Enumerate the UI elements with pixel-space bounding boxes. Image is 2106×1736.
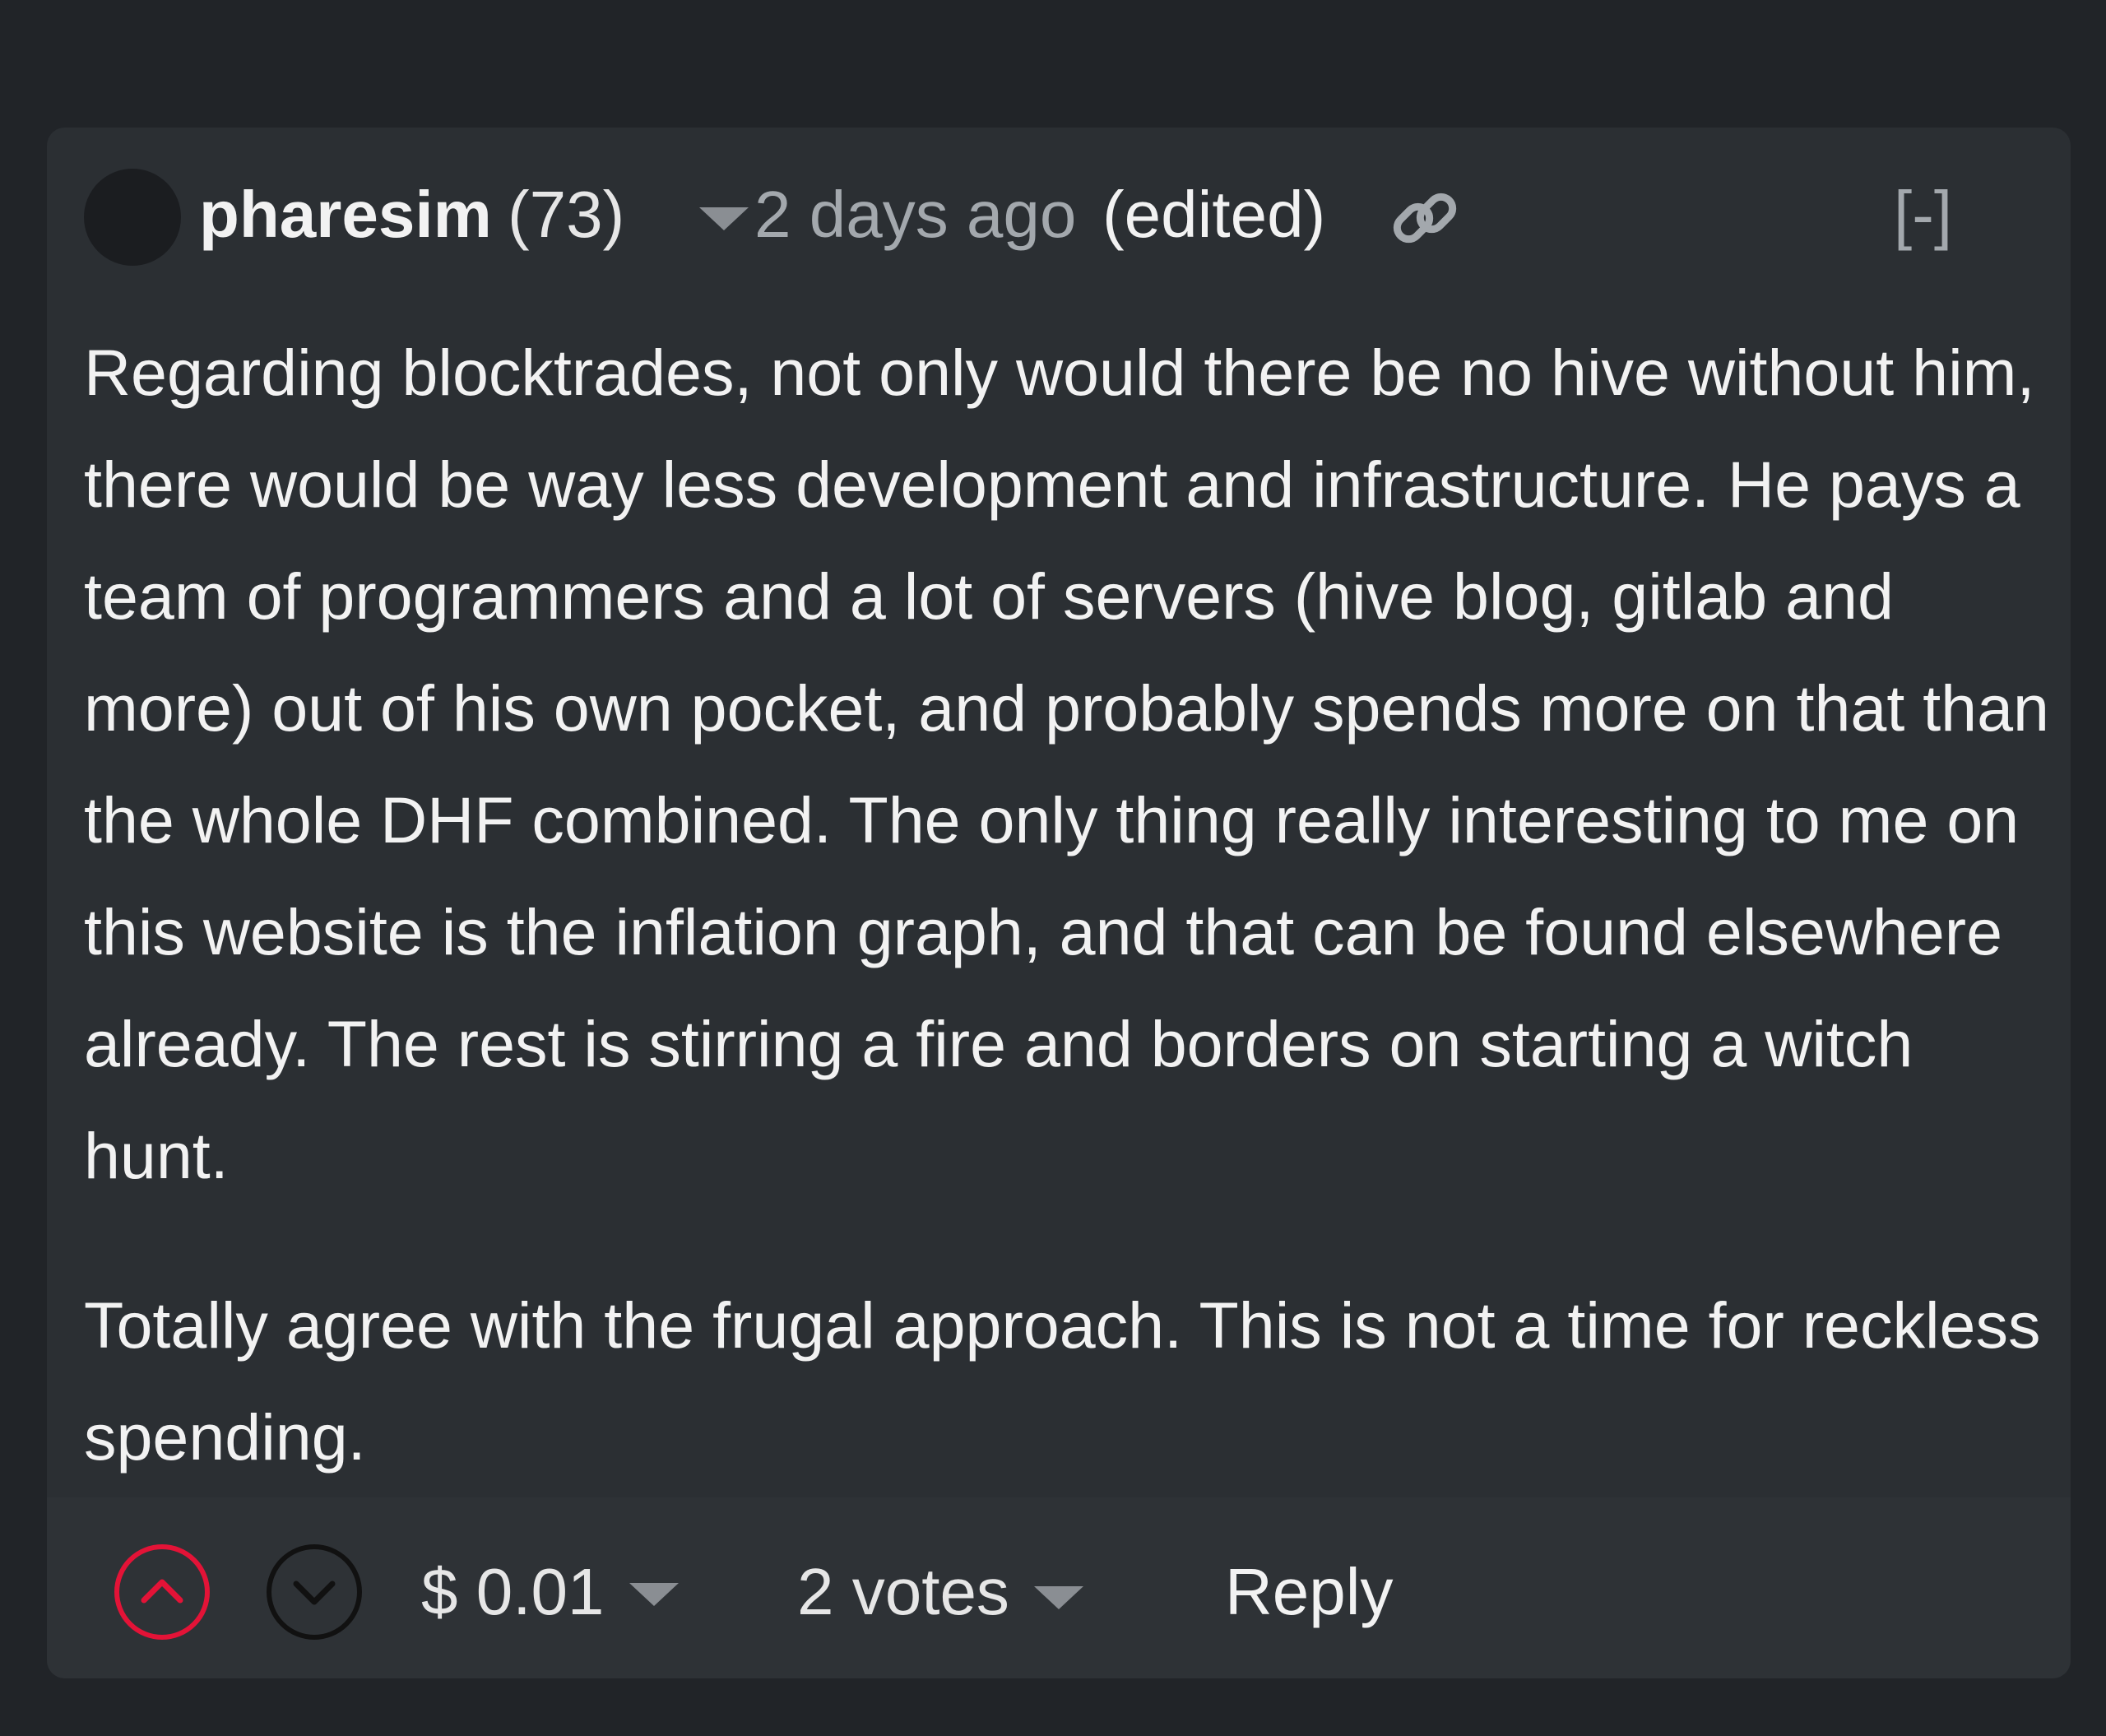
author-reputation: (73) [508,178,625,251]
comment-footer: $ 0.01 2 votes Reply [47,1497,2071,1678]
comment-card: pharesim (73) 2 days ago (edited) [-] Re… [47,128,2071,1678]
comment-paragraph: Totally agree with the frugal approach. … [84,1288,2041,1474]
comment-header: pharesim (73) 2 days ago (edited) [-] [47,128,2071,300]
collapse-toggle[interactable]: [-] [1894,174,1952,256]
chevron-up-circle-icon[interactable] [113,1543,211,1641]
comment-paragraph: Regarding blocktrades, not only would th… [84,336,2049,1192]
author-menu-caret-icon[interactable] [699,207,749,230]
author-name[interactable]: pharesim [199,174,492,256]
edited-label: (edited) [1102,178,1326,251]
comment-body: Regarding blocktrades, not only would th… [84,317,2058,1493]
avatar[interactable] [84,169,181,266]
chevron-down-circle-icon[interactable] [265,1543,364,1641]
comment-timestamp[interactable]: 2 days ago [754,174,1076,256]
payout-value: $ 0.01 [421,1555,605,1628]
votes-caret-down-icon[interactable] [1034,1586,1083,1609]
payout-caret-down-icon[interactable] [629,1583,679,1606]
votes-count[interactable]: 2 votes [797,1547,1009,1637]
reply-button[interactable]: Reply [1225,1547,1394,1637]
link-icon[interactable] [1384,177,1466,259]
